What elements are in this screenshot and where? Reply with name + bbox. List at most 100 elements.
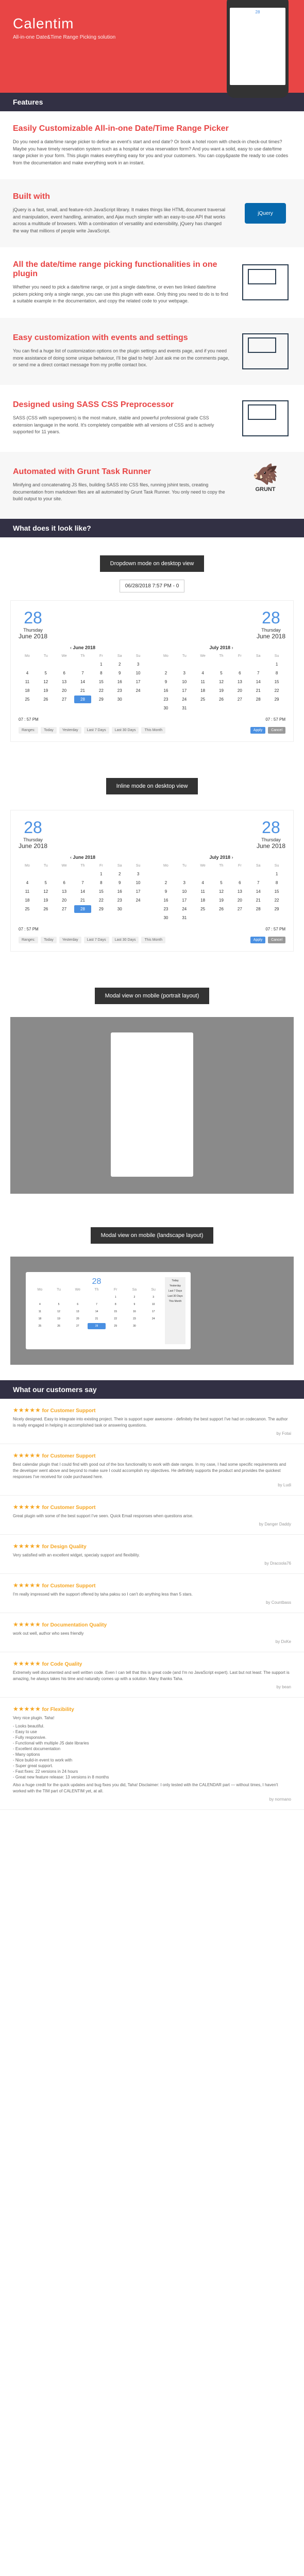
calendar-day[interactable]: 20	[231, 896, 248, 904]
calendar-day[interactable]: 28	[249, 905, 267, 913]
calendar-day[interactable]: 19	[213, 896, 230, 904]
calendar-day[interactable]: 4	[194, 669, 212, 677]
calendar-day[interactable]: 10	[144, 1301, 162, 1308]
calendar-day[interactable]: 9	[157, 888, 175, 895]
calendar-day[interactable]: 13	[56, 678, 73, 686]
calendar-day[interactable]: 5	[37, 669, 55, 677]
calendar-day[interactable]: 24	[144, 1316, 162, 1322]
next-month-icon[interactable]: ›	[232, 645, 233, 650]
calendar-day[interactable]: 17	[176, 896, 193, 904]
calendar-day[interactable]: 6	[231, 669, 248, 677]
calendar-day[interactable]: 15	[107, 1309, 125, 1315]
calendar-day[interactable]: 5	[50, 1301, 68, 1308]
range-preset[interactable]: Ranges:	[19, 937, 38, 943]
calendar-day[interactable]: 31	[176, 914, 193, 922]
calendar-day[interactable]: 5	[37, 879, 55, 887]
calendar-day[interactable]: 10	[129, 669, 147, 677]
range-preset[interactable]: Ranges:	[19, 727, 38, 734]
calendar-day[interactable]: 13	[231, 678, 248, 686]
calendar-day[interactable]: 1	[268, 660, 285, 668]
calendar-day[interactable]: 4	[19, 879, 36, 887]
calendar-day[interactable]: 12	[37, 678, 55, 686]
calendar-day[interactable]: 7	[74, 669, 92, 677]
calendar-day[interactable]: 30	[157, 704, 175, 712]
calendar-day[interactable]: 18	[31, 1316, 49, 1322]
calendar-day[interactable]: 29	[92, 696, 110, 703]
calendar-day[interactable]: 20	[231, 687, 248, 694]
calendar-day[interactable]: 1	[92, 660, 110, 668]
calendar-day[interactable]: 12	[213, 888, 230, 895]
range-preset[interactable]: Last 30 Days	[112, 937, 139, 943]
calendar-day[interactable]: 27	[69, 1323, 87, 1329]
calendar-day[interactable]: 6	[56, 879, 73, 887]
calendar-day[interactable]: 2	[157, 669, 175, 677]
calendar-day[interactable]: 22	[268, 896, 285, 904]
calendar-day[interactable]: 5	[213, 879, 230, 887]
calendar-day[interactable]: 9	[126, 1301, 144, 1308]
calendar-day[interactable]: 11	[19, 888, 36, 895]
calendar-day[interactable]: 24	[176, 696, 193, 703]
calendar-day[interactable]: 10	[176, 678, 193, 686]
calendar-day[interactable]: 3	[176, 669, 193, 677]
calendar-day[interactable]: 20	[56, 687, 73, 694]
calendar-day[interactable]: 6	[56, 669, 73, 677]
calendar-day[interactable]: 15	[92, 678, 110, 686]
calendar-day[interactable]: 17	[176, 687, 193, 694]
calendar-day[interactable]: 20	[69, 1316, 87, 1322]
calendar-day[interactable]: 17	[129, 678, 147, 686]
calendar-day[interactable]: 8	[268, 669, 285, 677]
calendar-day[interactable]: 4	[194, 879, 212, 887]
calendar-day[interactable]: 26	[213, 905, 230, 913]
calendar-day[interactable]: 12	[213, 678, 230, 686]
calendar-day[interactable]: 17	[129, 888, 147, 895]
calendar-day[interactable]: 14	[249, 888, 267, 895]
calendar-day[interactable]: 11	[31, 1309, 49, 1315]
calendar-day[interactable]: 26	[37, 905, 55, 913]
calendar-day[interactable]: 25	[194, 905, 212, 913]
calendar-day[interactable]: 6	[69, 1301, 87, 1308]
calendar-day[interactable]: 22	[107, 1316, 125, 1322]
calendar-day[interactable]: 3	[144, 1294, 162, 1300]
calendar-day[interactable]: 21	[249, 896, 267, 904]
calendar-day[interactable]: 29	[92, 905, 110, 913]
calendar-day[interactable]: 14	[74, 678, 92, 686]
range-preset[interactable]: Last 7 Days	[84, 937, 109, 943]
calendar-day[interactable]: 14	[249, 678, 267, 686]
calendar-day[interactable]: 25	[194, 696, 212, 703]
calendar-day[interactable]: 27	[56, 905, 73, 913]
apply-button[interactable]: Apply	[250, 937, 266, 943]
calendar-day[interactable]: 27	[56, 696, 73, 703]
calendar-day[interactable]: 18	[194, 687, 212, 694]
calendar-day[interactable]: 12	[50, 1309, 68, 1315]
calendar-day[interactable]: 19	[37, 687, 55, 694]
calendar-day[interactable]: 19	[37, 896, 55, 904]
calendar-day[interactable]: 28	[74, 696, 92, 703]
calendar-day[interactable]: 23	[157, 696, 175, 703]
apply-button[interactable]: Apply	[250, 727, 266, 734]
calendar-day[interactable]: 15	[268, 888, 285, 895]
calendar-day[interactable]: 23	[111, 687, 128, 694]
calendar-day[interactable]: 3	[176, 879, 193, 887]
calendar-day[interactable]: 6	[231, 879, 248, 887]
calendar-day[interactable]: 16	[126, 1309, 144, 1315]
calendar-day[interactable]: 25	[31, 1323, 49, 1329]
calendar-day[interactable]: 24	[176, 905, 193, 913]
calendar-day[interactable]: 13	[69, 1309, 87, 1315]
calendar-day[interactable]: 19	[213, 687, 230, 694]
calendar-day[interactable]: 22	[92, 896, 110, 904]
calendar-day[interactable]: 25	[19, 905, 36, 913]
cancel-button[interactable]: Cancel	[268, 727, 285, 734]
calendar-day[interactable]: 29	[268, 696, 285, 703]
calendar-day[interactable]: 2	[111, 870, 128, 878]
calendar-day[interactable]: 12	[37, 888, 55, 895]
calendar-day[interactable]: 11	[19, 678, 36, 686]
calendar-day[interactable]: 21	[249, 687, 267, 694]
calendar-day[interactable]: 9	[111, 669, 128, 677]
calendar-day[interactable]: 27	[231, 696, 248, 703]
calendar-day[interactable]: 2	[111, 660, 128, 668]
calendar-day[interactable]: 26	[50, 1323, 68, 1329]
calendar-day[interactable]: 18	[19, 687, 36, 694]
date-input-demo[interactable]: 06/28/2018 7:57 PM - 0	[120, 580, 185, 592]
calendar-day[interactable]: 8	[107, 1301, 125, 1308]
calendar-day[interactable]: 15	[92, 888, 110, 895]
